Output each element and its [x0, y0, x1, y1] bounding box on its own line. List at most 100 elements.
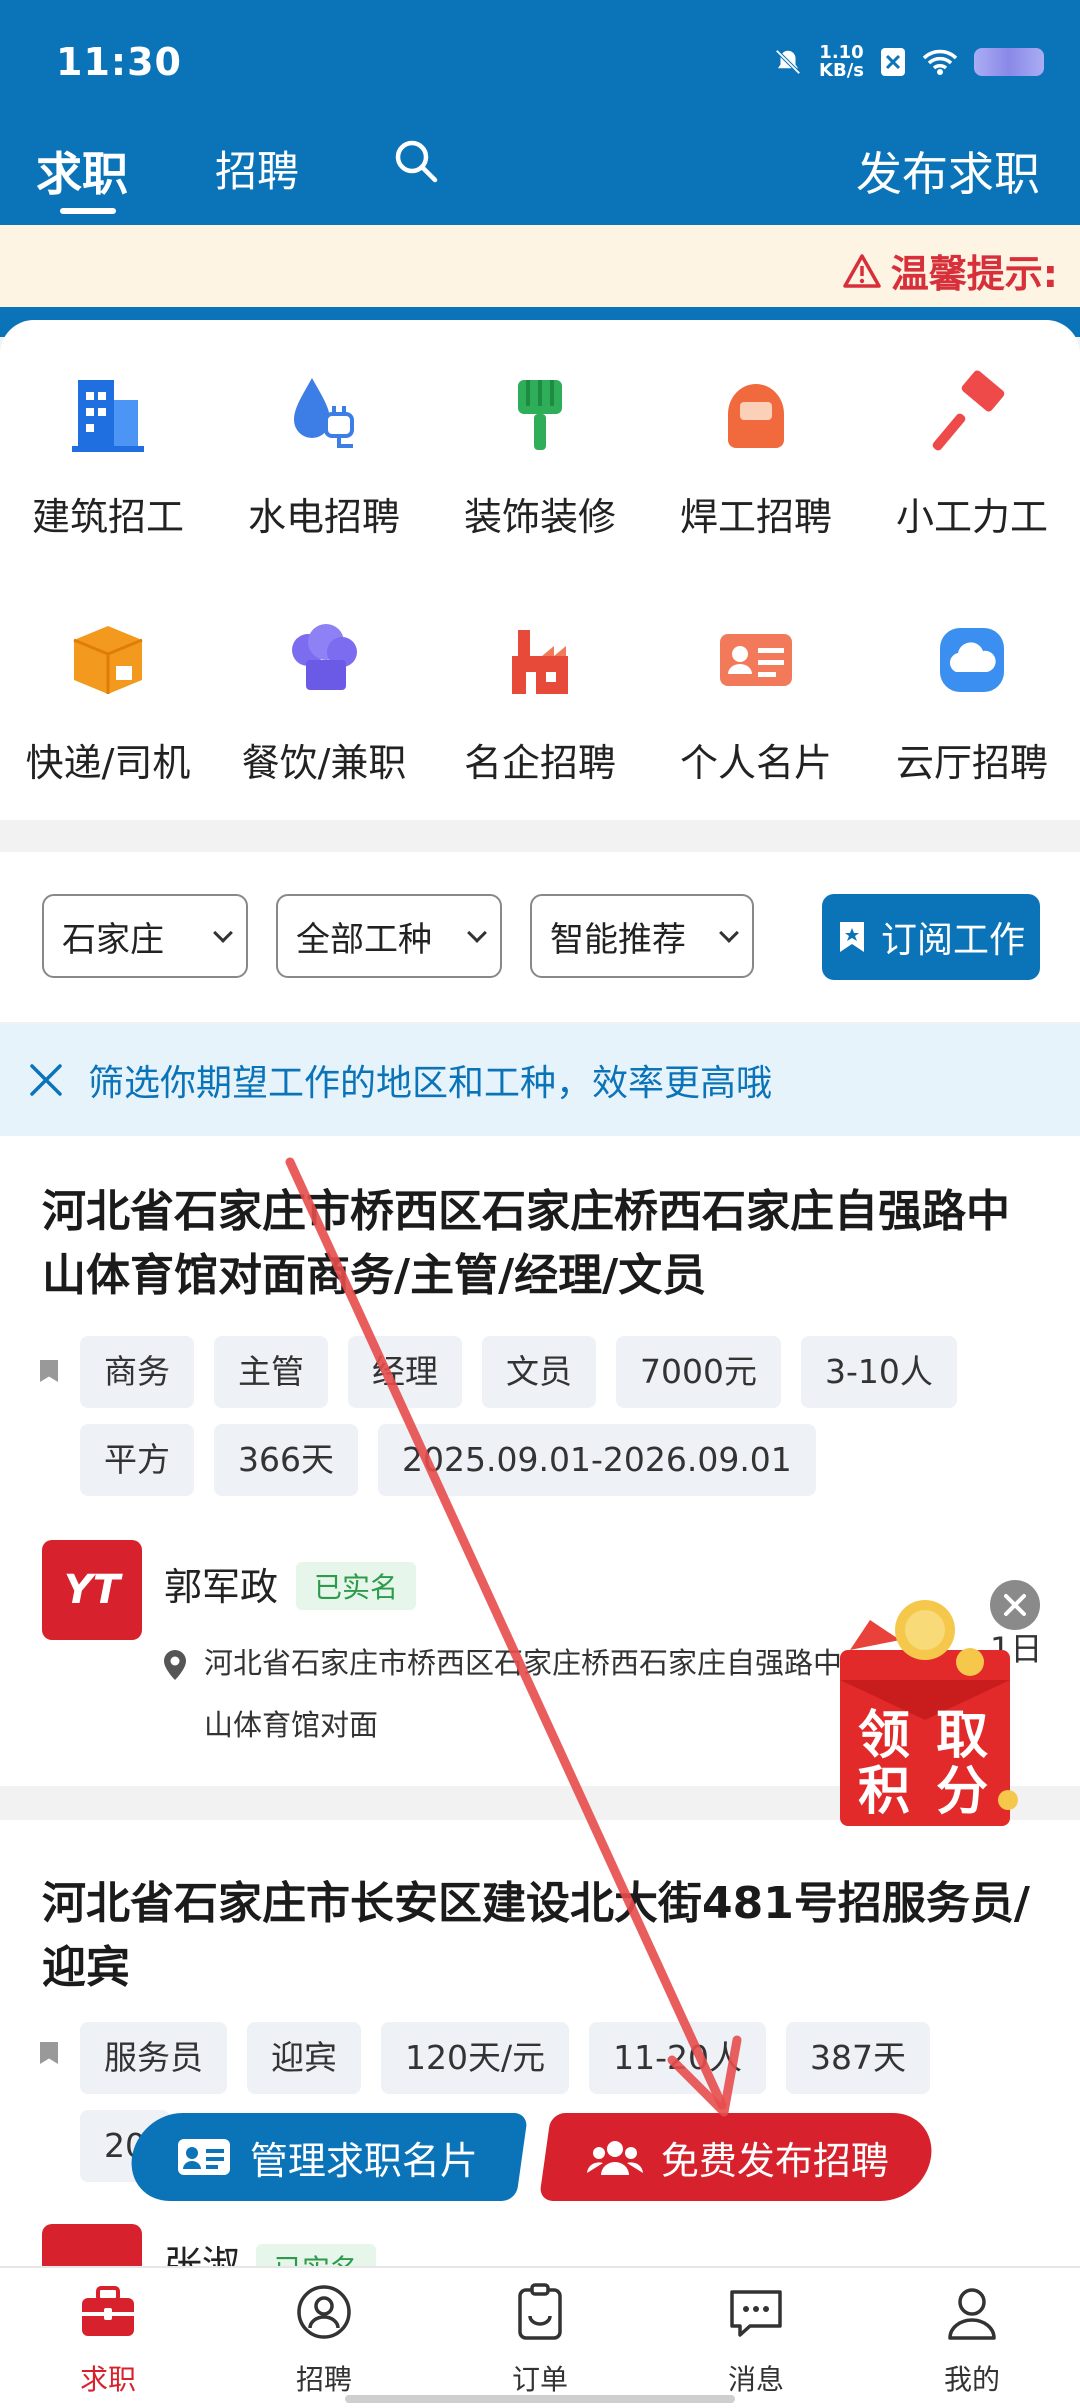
- filter-tip-banner: 筛选你期望工作的地区和工种，效率更高哦: [0, 1024, 1080, 1136]
- building-icon: [72, 380, 144, 452]
- job-tag: 3-10人: [800, 1336, 957, 1408]
- category-grid: 建筑招工 水电招聘 装饰装修 焊工招聘 小工力工 快递/司机 餐饮/兼职 名企招…: [0, 320, 1080, 820]
- warning-icon: [843, 253, 881, 288]
- category-business-card[interactable]: 个人名片: [648, 616, 864, 787]
- poster-name: 郭军政: [164, 1565, 279, 1609]
- reward-text: 领 取 积 分: [858, 1708, 992, 1820]
- job-tag: 商务: [80, 1336, 194, 1408]
- job-tag: 2025.09.01-2026.09.01: [378, 1424, 816, 1496]
- status-bar: 11:30 1.10 KB/s: [0, 0, 1080, 120]
- job-tag: 366天: [214, 1424, 358, 1496]
- hammer-icon: [932, 370, 1005, 451]
- category-label: 建筑招工: [31, 495, 184, 539]
- tab-job-seeking[interactable]: 求职: [36, 138, 128, 204]
- home-indicator[interactable]: [345, 2395, 735, 2403]
- category-label: 个人名片: [679, 741, 832, 785]
- job-tag: 平方: [80, 1424, 194, 1496]
- net-speed: 1.10 KB/s: [819, 44, 864, 80]
- category-construction[interactable]: 建筑招工: [0, 370, 216, 541]
- city-select[interactable]: 石家庄: [42, 894, 248, 978]
- cloud-icon: [940, 628, 1004, 692]
- nav-label: 招聘: [295, 2363, 352, 2396]
- work-type-select[interactable]: 全部工种: [276, 894, 502, 978]
- job-title: 河北省石家庄市长安区建设北大街481号招服务员/迎宾: [42, 1878, 1030, 1993]
- category-label: 快递/司机: [25, 741, 191, 785]
- notice-banner[interactable]: 温馨提示:: [0, 225, 1080, 307]
- chevron-down-icon: [719, 923, 739, 943]
- job-tag: 7000元: [616, 1336, 781, 1408]
- job-tag: 387天: [786, 2022, 930, 2094]
- category-cloud-hall[interactable]: 云厅招聘: [864, 616, 1080, 787]
- filter-tip-text: 筛选你期望工作的地区和工种，效率更高哦: [88, 1063, 773, 1104]
- category-label: 水电招聘: [247, 495, 400, 539]
- free-post-label: 免费发布招聘: [660, 2138, 889, 2183]
- nav-job-seeking[interactable]: 求职: [0, 2280, 216, 2398]
- job-tag: 迎宾: [247, 2022, 361, 2094]
- bookmark-icon: [40, 1360, 58, 1382]
- nav-orders[interactable]: 订单: [432, 2280, 648, 2398]
- category-label: 餐饮/兼职: [241, 741, 407, 785]
- publish-job-seeking-button[interactable]: 发布求职: [856, 138, 1040, 204]
- verified-badge: 已实名: [296, 1562, 417, 1610]
- sort-select[interactable]: 智能推荐: [530, 894, 754, 978]
- manage-resume-card-button[interactable]: 管理求职名片: [125, 2113, 529, 2201]
- city-select-value: 石家庄: [62, 919, 164, 960]
- sort-select-value: 智能推荐: [550, 919, 686, 960]
- category-welding[interactable]: 焊工招聘: [648, 370, 864, 541]
- job-address: 河北省石家庄市桥西区石家庄桥西石家庄自强路中山体育馆对面: [204, 1646, 843, 1742]
- id-card-icon: [177, 2139, 230, 2175]
- category-courier-driver[interactable]: 快递/司机: [0, 616, 216, 787]
- job-tags: 商务 主管 经理 文员 7000元 3-10人平方 366天 2025.09.01-2026.…: [80, 1336, 1040, 1512]
- job-tag: 经理: [348, 1336, 462, 1408]
- subscribe-job-button[interactable]: 订阅工作: [822, 894, 1040, 980]
- sim-x-icon: [881, 48, 905, 76]
- paint-roller-icon: [518, 380, 562, 450]
- factory-icon: [512, 630, 568, 694]
- tab-recruiting[interactable]: 招聘: [215, 138, 299, 199]
- subscribe-label: 订阅工作: [880, 920, 1025, 961]
- job-tag: 主管: [214, 1336, 328, 1408]
- job-tag: 120天/元: [381, 2022, 570, 2094]
- reward-points-widget[interactable]: 领 取 积 分: [830, 1590, 1020, 1830]
- category-label: 名企招聘: [463, 741, 616, 785]
- category-plumbing-electric[interactable]: 水电招聘: [216, 370, 432, 541]
- free-post-job-button[interactable]: 免费发布招聘: [538, 2113, 938, 2201]
- notice-content: 温馨提示:: [843, 243, 1058, 298]
- active-tab-indicator: [60, 208, 116, 214]
- filter-bar: 石家庄 全部工种 智能推荐 订阅工作: [0, 852, 1080, 1022]
- status-time: 11:30: [56, 40, 182, 84]
- chat-bubble-icon: [730, 2290, 782, 2337]
- manage-resume-label: 管理求职名片: [249, 2138, 478, 2183]
- clipboard-icon: [518, 2283, 562, 2340]
- category-decoration[interactable]: 装饰装修: [432, 370, 648, 541]
- battery-icon: [974, 48, 1044, 76]
- category-label: 云厅招聘: [895, 741, 1048, 785]
- user-icon: [948, 2288, 996, 2340]
- nav-recruiting[interactable]: 招聘: [216, 2280, 432, 2398]
- job-title: 河北省石家庄市桥西区石家庄桥西石家庄自强路中山体育馆对面商务/主管/经理/文员: [42, 1186, 1010, 1301]
- job-tag: 服务员: [80, 2022, 227, 2094]
- close-icon[interactable]: [26, 1060, 66, 1100]
- bookmark-icon: [40, 2042, 58, 2064]
- close-icon: [1004, 1594, 1026, 1616]
- category-famous-companies[interactable]: 名企招聘: [432, 616, 648, 787]
- bottom-nav: 求职 招聘 订单 消息 我的: [0, 2266, 1080, 2408]
- bookmark-star-icon: [839, 922, 864, 952]
- group-users-icon: [586, 2141, 643, 2175]
- job-tag: 文员: [482, 1336, 596, 1408]
- nav-label: 订单: [511, 2363, 568, 2396]
- location-pin-icon: [164, 1650, 186, 1680]
- work-type-select-value: 全部工种: [296, 919, 432, 960]
- search-icon[interactable]: [393, 138, 439, 184]
- category-catering[interactable]: 餐饮/兼职: [216, 616, 432, 787]
- close-reward-button[interactable]: [990, 1580, 1040, 1630]
- job-card[interactable]: 河北省石家庄市长安区建设北大街481号招服务员/迎宾 服务员 迎宾 120天/元 11…: [0, 1820, 1080, 2324]
- reward-text-line: 领 取: [858, 1706, 993, 1766]
- notice-text: 温馨提示:: [890, 252, 1058, 296]
- category-label: 焊工招聘: [679, 495, 832, 539]
- category-laborer[interactable]: 小工力工: [864, 370, 1080, 541]
- nav-mine[interactable]: 我的: [864, 2280, 1080, 2398]
- nav-messages[interactable]: 消息: [648, 2280, 864, 2398]
- nav-label: 消息: [727, 2363, 784, 2396]
- app-screen: 11:30 1.10 KB/s 求职 招聘 发布求职 温馨提示: 建筑招工 水电…: [0, 0, 1080, 2408]
